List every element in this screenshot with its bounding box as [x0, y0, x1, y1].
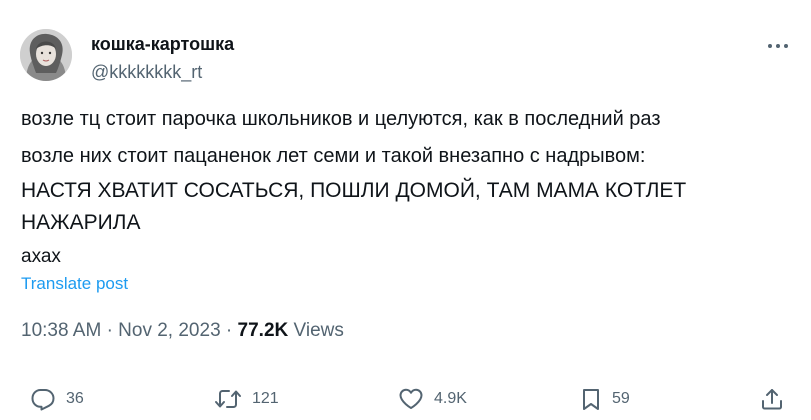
post-meta: 10:38 AM · Nov 2, 2023 · 77.2K Views: [21, 320, 344, 342]
translate-post-link[interactable]: Translate post: [21, 274, 128, 294]
avatar[interactable]: [20, 29, 72, 81]
post-text-line: ахах: [21, 246, 61, 267]
like-button[interactable]: 4.9K: [398, 386, 467, 412]
reply-count: 36: [66, 390, 84, 407]
more-icon: [768, 44, 788, 48]
bookmark-count: 59: [612, 390, 630, 407]
post-time[interactable]: 10:38 AM: [21, 320, 101, 341]
meta-separator: ·: [106, 320, 113, 341]
divider: [0, 372, 811, 373]
repost-button[interactable]: 121: [214, 386, 279, 412]
repost-icon: [215, 390, 241, 408]
author-handle[interactable]: @kkkkkkkk_rt: [91, 61, 202, 83]
views-count: 77.2K: [237, 320, 289, 341]
share-button[interactable]: [760, 386, 784, 412]
share-icon: [762, 389, 782, 410]
post-text-line: НАСТЯ ХВАТИТ СОСАТЬСЯ, ПОШЛИ ДОМОЙ, ТАМ …: [21, 179, 687, 202]
post-text-line: возле тц стоит парочка школьников и целу…: [21, 108, 661, 130]
views-label: Views: [293, 320, 344, 341]
repost-count: 121: [252, 390, 279, 407]
more-options-button[interactable]: [764, 38, 792, 54]
meta-separator: ·: [225, 320, 233, 341]
post-text-line: НАЖАРИЛА: [21, 211, 141, 234]
post-date[interactable]: Nov 2, 2023: [118, 320, 220, 341]
avatar-image: [20, 29, 72, 81]
bookmark-icon: [583, 389, 599, 410]
like-count: 4.9K: [434, 390, 467, 407]
post-text-line: возле них стоит пацаненок лет семи и так…: [21, 145, 646, 167]
reply-icon: [31, 389, 55, 411]
bookmark-button[interactable]: 59: [580, 386, 630, 412]
author-display-name[interactable]: кошка-картошка: [91, 33, 234, 55]
reply-button[interactable]: 36: [30, 386, 84, 412]
like-icon: [399, 388, 423, 409]
